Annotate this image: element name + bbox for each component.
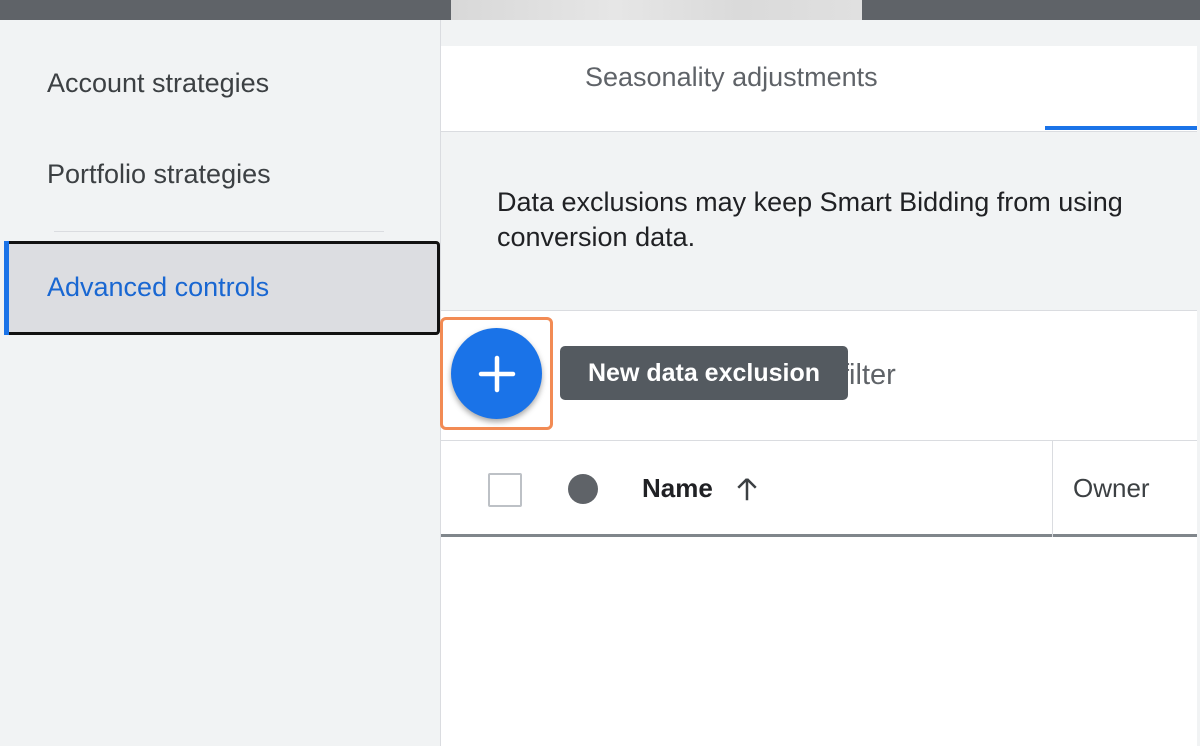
table-header-row: Name Owner bbox=[441, 441, 1197, 537]
sidebar-item-portfolio-strategies[interactable]: Portfolio strategies bbox=[47, 159, 271, 190]
sidebar: Account strategies Portfolio strategies bbox=[3, 20, 440, 746]
filter-button[interactable]: filter bbox=[841, 359, 896, 392]
status-dot-icon bbox=[568, 474, 598, 504]
info-notice: Data exclusions may keep Smart Bidding f… bbox=[497, 185, 1197, 255]
arrow-up-icon[interactable] bbox=[732, 474, 762, 504]
sidebar-item-label: Advanced controls bbox=[47, 272, 270, 302]
select-all-checkbox[interactable] bbox=[488, 473, 522, 507]
tab-seasonality-adjustments[interactable]: Seasonality adjustments bbox=[585, 62, 878, 93]
column-divider bbox=[1052, 441, 1053, 537]
new-data-exclusion-button[interactable] bbox=[451, 328, 542, 419]
sidebar-divider bbox=[54, 231, 384, 232]
active-tab-indicator bbox=[1045, 126, 1197, 130]
notice-line-2: conversion data. bbox=[497, 222, 696, 252]
tooltip-new-data-exclusion: New data exclusion bbox=[560, 346, 848, 400]
column-header-owner[interactable]: Owner bbox=[1073, 473, 1150, 504]
sidebar-item-account-strategies[interactable]: Account strategies bbox=[47, 68, 269, 99]
notice-line-1: Data exclusions may keep Smart Bidding f… bbox=[497, 187, 1123, 217]
tab-bar: Seasonality adjustments bbox=[441, 46, 1197, 132]
plus-icon bbox=[478, 355, 515, 392]
sidebar-item-advanced-controls[interactable]: Advanced controls bbox=[4, 241, 440, 335]
column-header-name[interactable]: Name bbox=[642, 473, 713, 504]
